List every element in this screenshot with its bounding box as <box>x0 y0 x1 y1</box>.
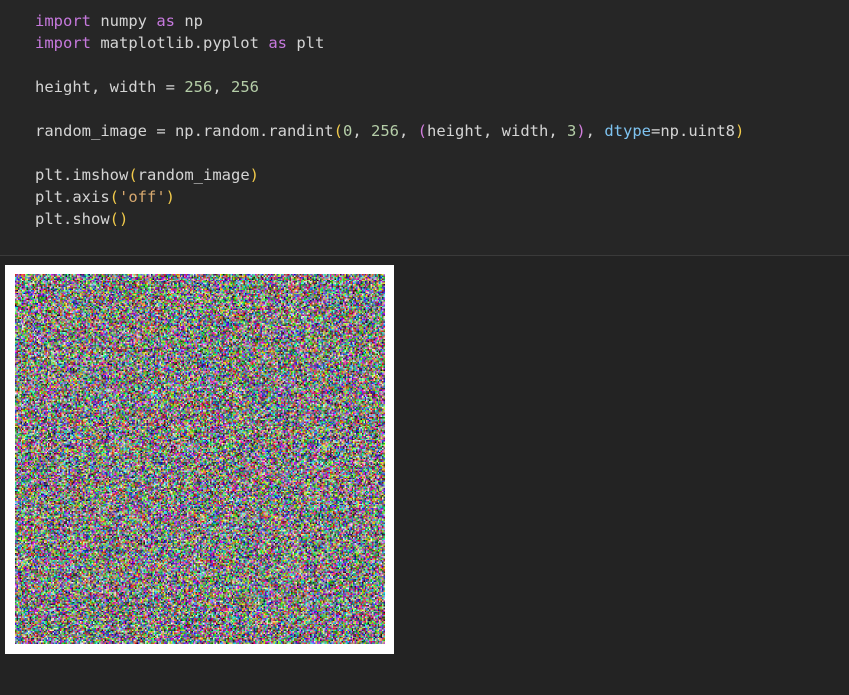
code-line: height, width = 256, 256 <box>35 76 744 98</box>
code-token: height, width = <box>35 78 184 96</box>
code-token: np <box>175 12 203 30</box>
random-noise-image <box>15 274 385 644</box>
code-token: ) <box>735 122 744 140</box>
code-token: 256 <box>371 122 399 140</box>
code-token: 0 <box>343 122 352 140</box>
code-token: ) <box>166 188 175 206</box>
code-token: =np.uint8 <box>651 122 735 140</box>
code-token: matplotlib.pyplot <box>91 34 268 52</box>
code-line: plt.imshow(random_image) <box>35 164 744 186</box>
code-token: 'off' <box>119 188 166 206</box>
code-token: , <box>586 122 605 140</box>
code-token: plt.axis <box>35 188 110 206</box>
code-token: plt.show <box>35 210 110 228</box>
code-line <box>35 98 744 120</box>
code-line: random_image = np.random.randint(0, 256,… <box>35 120 744 142</box>
code-token: , <box>352 122 371 140</box>
code-cell[interactable]: import numpy as np import matplotlib.pypl… <box>0 0 849 256</box>
code-editor[interactable]: import numpy as np import matplotlib.pypl… <box>35 10 744 230</box>
code-token: as <box>156 12 175 30</box>
code-token: height, width, <box>427 122 567 140</box>
code-line: import numpy as np <box>35 10 744 32</box>
code-token: , <box>212 78 231 96</box>
code-token: ) <box>576 122 585 140</box>
code-token: random_image <box>138 166 250 184</box>
code-token: import <box>35 34 91 52</box>
matplotlib-figure <box>5 265 394 654</box>
code-line <box>35 142 744 164</box>
code-token: import <box>35 12 91 30</box>
code-token: dtype <box>604 122 651 140</box>
code-token: ) <box>250 166 259 184</box>
code-line: plt.show() <box>35 208 744 230</box>
code-line: import matplotlib.pyplot as plt <box>35 32 744 54</box>
code-token: , <box>399 122 418 140</box>
code-token: ( <box>418 122 427 140</box>
code-token: plt <box>287 34 324 52</box>
code-token: 256 <box>231 78 259 96</box>
code-token: () <box>110 210 129 228</box>
code-token: ( <box>128 166 137 184</box>
code-line: plt.axis('off') <box>35 186 744 208</box>
code-token: random_image = np.random.randint <box>35 122 334 140</box>
code-token: ( <box>334 122 343 140</box>
code-token: as <box>268 34 287 52</box>
code-line <box>35 54 744 76</box>
cell-output <box>0 257 849 695</box>
code-token: 3 <box>567 122 576 140</box>
code-token: 256 <box>184 78 212 96</box>
code-token: numpy <box>91 12 156 30</box>
code-token: plt.imshow <box>35 166 128 184</box>
code-token: ( <box>110 188 119 206</box>
